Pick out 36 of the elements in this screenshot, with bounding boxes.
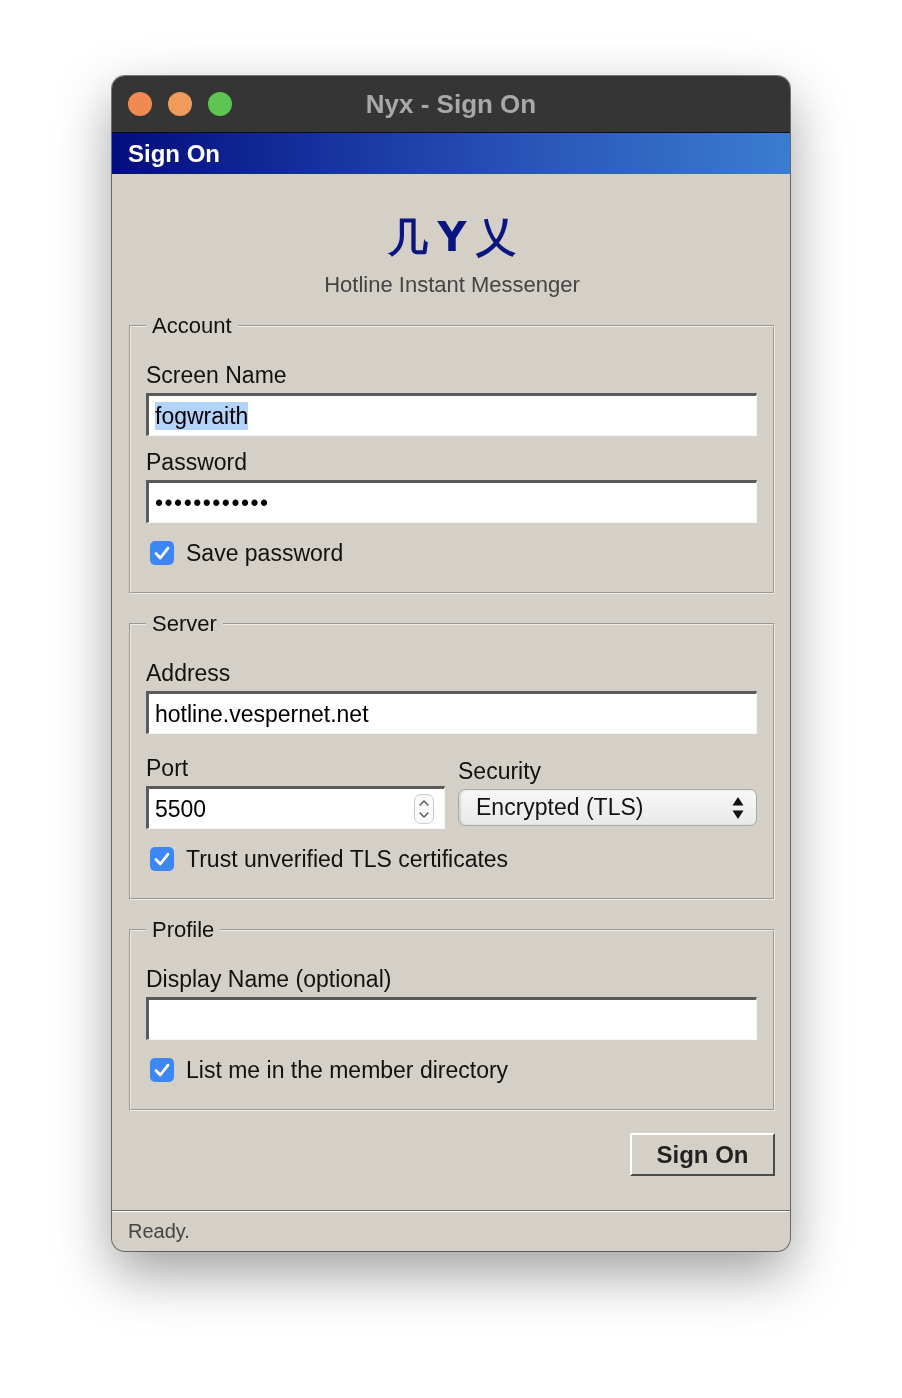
number-field[interactable]: 5500 xyxy=(146,786,445,829)
up-down-arrows-icon xyxy=(732,795,744,820)
minimize-button[interactable] xyxy=(168,92,192,116)
field-value: •••••••••••• xyxy=(155,488,270,517)
field-label: Address xyxy=(146,660,231,686)
checkbox[interactable] xyxy=(150,541,174,565)
stepper-icon[interactable] xyxy=(414,793,434,824)
field-value: 5500 xyxy=(155,794,207,823)
password-field[interactable]: •••••••••••• xyxy=(146,480,757,523)
group-title: Account xyxy=(151,313,233,339)
status-text: Ready. xyxy=(128,1219,190,1243)
field-value: fogwraith xyxy=(155,401,249,430)
field-label: Password xyxy=(146,449,247,475)
checkbox-label: Trust unverified TLS certificates xyxy=(186,846,509,872)
checkbox[interactable] xyxy=(150,847,174,871)
group-title: Server xyxy=(151,611,218,637)
field-value: hotline.vespernet.net xyxy=(155,699,369,728)
app-subtitle: Hotline Instant Messenger xyxy=(324,272,580,298)
checkbox-label: Save password xyxy=(186,540,344,566)
close-button[interactable] xyxy=(128,92,152,116)
group-title: Profile xyxy=(151,917,216,943)
field-label: Screen Name xyxy=(146,362,287,388)
text-field[interactable]: fogwraith xyxy=(146,393,757,436)
dropdown[interactable]: Encrypted (TLS) xyxy=(458,789,757,826)
field-label: Port xyxy=(146,755,189,781)
sign-on-button[interactable]: Sign On xyxy=(630,1133,775,1176)
checkbox-label: List me in the member directory xyxy=(186,1057,509,1083)
text-field[interactable] xyxy=(146,997,757,1040)
field-label: Display Name (optional) xyxy=(146,966,392,992)
zoom-button[interactable] xyxy=(208,92,232,116)
window-title: Nyx - Sign On xyxy=(365,89,537,119)
text-field[interactable]: hotline.vespernet.net xyxy=(146,691,757,734)
app-logo: 几Y乂 xyxy=(387,213,527,261)
checkbox[interactable] xyxy=(150,1058,174,1082)
banner-title: Sign On xyxy=(128,139,220,168)
field-label: Security xyxy=(458,758,542,784)
